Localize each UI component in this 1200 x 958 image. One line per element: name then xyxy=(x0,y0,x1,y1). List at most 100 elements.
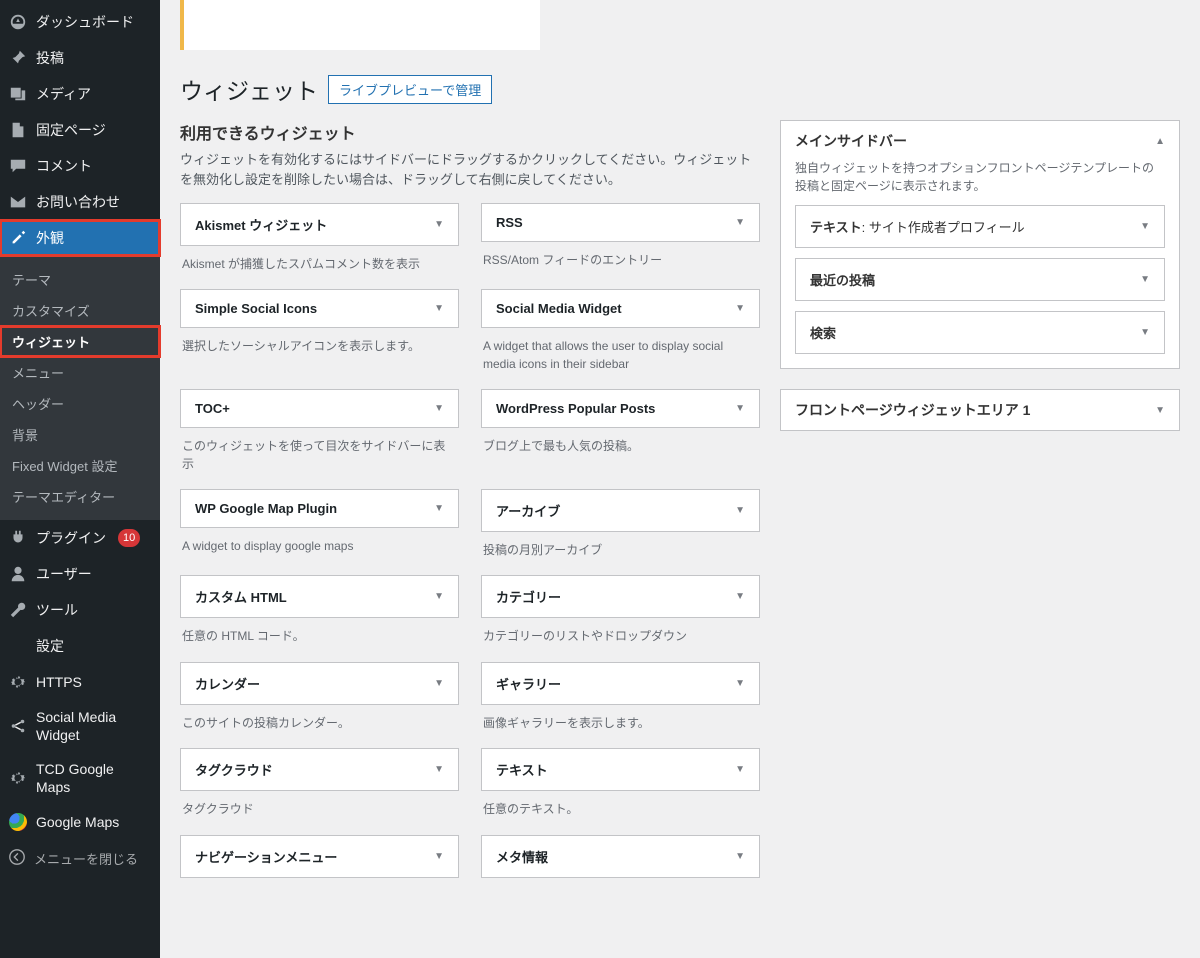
widget-box[interactable]: テキスト▼ xyxy=(481,748,760,791)
widget-title: テキスト xyxy=(496,760,548,779)
widget-title: Social Media Widget xyxy=(496,301,622,316)
menu-pages[interactable]: 固定ページ xyxy=(0,112,160,148)
widget-box[interactable]: TOC+▼ xyxy=(180,389,459,428)
chevron-down-icon: ▼ xyxy=(434,851,444,862)
menu-label: メディア xyxy=(36,85,91,103)
menu-appearance[interactable]: 外観 xyxy=(0,220,160,256)
widget-desc xyxy=(180,878,459,918)
menu-posts[interactable]: 投稿 xyxy=(0,40,160,76)
widget-desc: Akismet が捕獲したスパムコメント数を表示 xyxy=(180,246,459,289)
widget-box[interactable]: タグクラウド ▼ xyxy=(180,748,459,791)
submenu-header[interactable]: ヘッダー xyxy=(0,388,160,419)
menu-dashboard[interactable]: ダッシュボード xyxy=(0,4,160,40)
brush-icon xyxy=(8,228,28,248)
submenu-customize[interactable]: カスタマイズ xyxy=(0,295,160,326)
user-icon xyxy=(8,564,28,584)
menu-label: Google Maps xyxy=(36,813,119,831)
chevron-down-icon: ▼ xyxy=(735,851,745,862)
sidebar-area-front: フロントページウィジェットエリア 1 ▼ xyxy=(780,389,1180,431)
widget-desc: A widget that allows the user to display… xyxy=(481,328,760,389)
available-widget: RSS▼RSS/Atom フィードのエントリー xyxy=(481,203,760,289)
assigned-widget[interactable]: 検索▼ xyxy=(795,311,1165,354)
menu-comments[interactable]: コメント xyxy=(0,148,160,184)
submenu-themes[interactable]: テーマ xyxy=(0,264,160,295)
submenu-fixed-widget[interactable]: Fixed Widget 設定 xyxy=(0,450,160,481)
available-widget: Akismet ウィジェット ▼ Akismet が捕獲したスパムコメント数を表示 xyxy=(180,203,459,289)
widget-box[interactable]: カレンダー ▼ xyxy=(180,662,459,705)
menu-settings[interactable]: 設定 xyxy=(0,628,160,664)
widget-desc: タグクラウド xyxy=(180,791,459,834)
sidebar-area-front-toggle[interactable]: フロントページウィジェットエリア 1 ▼ xyxy=(795,400,1165,420)
widget-box[interactable]: ギャラリー▼ xyxy=(481,662,760,705)
widget-title: タグクラウド xyxy=(195,760,273,779)
menu-google-maps[interactable]: Google Maps xyxy=(0,804,160,840)
widget-areas: メインサイドバー ▲ 独自ウィジェットを持つオプションフロントページテンプレート… xyxy=(780,120,1180,451)
menu-tools[interactable]: ツール xyxy=(0,592,160,628)
menu-label: コメント xyxy=(36,157,92,175)
chevron-down-icon: ▼ xyxy=(434,764,444,775)
widget-title: カスタム HTML xyxy=(195,587,287,606)
widget-box[interactable]: メタ情報 ▼ xyxy=(481,835,760,878)
collapse-icon xyxy=(8,848,26,869)
chevron-down-icon: ▼ xyxy=(735,678,745,689)
menu-users[interactable]: ユーザー xyxy=(0,556,160,592)
widget-title: アーカイブ xyxy=(496,501,560,520)
menu-contact[interactable]: お問い合わせ xyxy=(0,184,160,220)
chevron-down-icon: ▼ xyxy=(735,591,745,602)
submenu-menus[interactable]: メニュー xyxy=(0,357,160,388)
widget-box[interactable]: アーカイブ▼ xyxy=(481,489,760,532)
chevron-down-icon: ▼ xyxy=(434,219,444,230)
main-content: ウィジェット ライブプレビューで管理 利用できるウィジェット ウィジェットを有効… xyxy=(160,0,1200,958)
available-widget: ナビゲーションメニュー ▼ xyxy=(180,835,459,918)
available-widgets-desc: ウィジェットを有効化するにはサイドバーにドラッグするかクリックしてください。ウィ… xyxy=(180,150,760,189)
widget-title: カレンダー xyxy=(195,674,260,693)
menu-tcd-google-maps[interactable]: TCD Google Maps xyxy=(0,752,160,804)
menu-label: ユーザー xyxy=(36,565,92,583)
widget-box[interactable]: WP Google Map Plugin▼ xyxy=(180,489,459,528)
menu-label: 固定ページ xyxy=(36,121,106,139)
menu-label: ダッシュボード xyxy=(36,13,134,31)
menu-label: お問い合わせ xyxy=(36,193,120,211)
wrench-icon xyxy=(8,600,28,620)
widget-title: カテゴリー xyxy=(496,587,561,606)
live-preview-button[interactable]: ライブプレビューで管理 xyxy=(328,75,492,104)
assigned-widget[interactable]: テキスト: サイト作成者プロフィール▼ xyxy=(795,205,1165,248)
assigned-widget[interactable]: 最近の投稿▼ xyxy=(795,258,1165,301)
widget-box[interactable]: Simple Social Icons▼ xyxy=(180,289,459,328)
widget-title: ナビゲーションメニュー xyxy=(195,847,337,866)
widget-box[interactable]: Social Media Widget▼ xyxy=(481,289,760,328)
widget-title: Simple Social Icons xyxy=(195,301,317,316)
menu-plugins[interactable]: プラグイン 10 xyxy=(0,520,160,556)
widget-box[interactable]: カテゴリー ▼ xyxy=(481,575,760,618)
available-widget: Simple Social Icons▼選択したソーシャルアイコンを表示します。 xyxy=(180,289,459,389)
submenu-theme-editor[interactable]: テーマエディター xyxy=(0,481,160,512)
widget-box[interactable]: カスタム HTML ▼ xyxy=(180,575,459,618)
chevron-down-icon: ▼ xyxy=(434,678,444,689)
widget-title: メタ情報 xyxy=(496,847,548,866)
widget-title: Akismet ウィジェット xyxy=(195,215,327,234)
admin-sidebar: ダッシュボード 投稿 メディア 固定ページ コメント お問い合わせ 外観 テーマ xyxy=(0,0,160,958)
submenu-widgets[interactable]: ウィジェット xyxy=(0,326,160,357)
plugin-count-badge: 10 xyxy=(118,529,140,547)
plug-icon xyxy=(8,528,28,548)
sidebar-area-main-toggle[interactable]: メインサイドバー ▲ xyxy=(795,131,1165,151)
menu-label: プラグイン xyxy=(36,529,106,547)
widget-desc: 選択したソーシャルアイコンを表示します。 xyxy=(180,328,459,371)
chevron-down-icon: ▼ xyxy=(434,591,444,602)
menu-https[interactable]: HTTPS xyxy=(0,664,160,700)
menu-social-media-widget[interactable]: Social Media Widget xyxy=(0,700,160,752)
widget-box[interactable]: WordPress Popular Posts▼ xyxy=(481,389,760,428)
google-maps-icon xyxy=(8,812,28,832)
gear-icon xyxy=(8,672,28,692)
menu-media[interactable]: メディア xyxy=(0,76,160,112)
widget-desc: このサイトの投稿カレンダー。 xyxy=(180,705,459,748)
widget-desc: 画像ギャラリーを表示します。 xyxy=(481,705,760,748)
widget-box[interactable]: RSS▼ xyxy=(481,203,760,242)
collapse-menu[interactable]: メニューを閉じる xyxy=(0,840,160,877)
submenu-background[interactable]: 背景 xyxy=(0,419,160,450)
mail-icon xyxy=(8,192,28,212)
available-widget: カテゴリー▼カテゴリーのリストやドロップダウン xyxy=(481,575,760,661)
comment-icon xyxy=(8,156,28,176)
widget-box[interactable]: ナビゲーションメニュー ▼ xyxy=(180,835,459,878)
widget-box[interactable]: Akismet ウィジェット ▼ xyxy=(180,203,459,246)
